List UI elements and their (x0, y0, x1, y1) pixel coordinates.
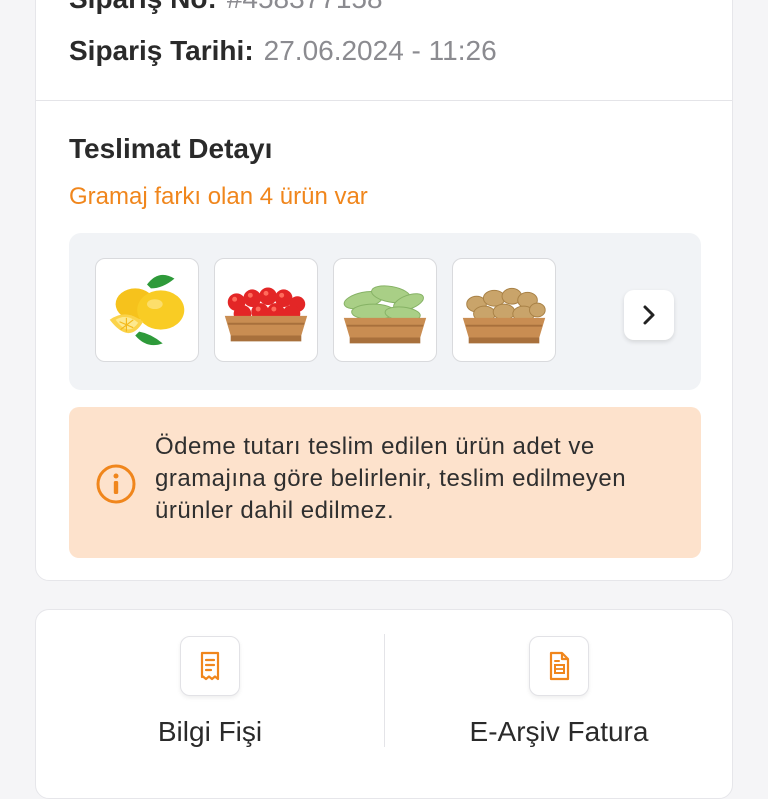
zucchini-crate-image (343, 285, 427, 344)
weight-difference-notice[interactable]: Gramaj farkı olan 4 ürün var (69, 183, 368, 211)
order-number-value: #458377158 (227, 0, 383, 14)
invoice-label: E-Arşiv Fatura (469, 716, 649, 747)
product-thumb-lemon[interactable] (95, 258, 199, 362)
chevron-right-icon (643, 305, 655, 325)
gallery-next-button[interactable] (624, 290, 674, 340)
lemon-image (109, 274, 185, 346)
receipt-label: Bilgi Fişi (157, 716, 263, 747)
documents-card: Bilgi Fişi E-Arşiv Fatura (35, 609, 733, 799)
divider (36, 100, 732, 101)
info-icon (96, 464, 136, 504)
receipt-icon (200, 651, 220, 681)
potato-crate-image (462, 287, 546, 344)
product-thumb-potato[interactable] (452, 258, 556, 362)
payment-info-box: Ödeme tutarı teslim edilen ürün adet ve … (69, 407, 701, 558)
invoice-icon-box (529, 636, 589, 696)
receipt-button[interactable]: Bilgi Fişi (36, 610, 384, 769)
product-thumb-zucchini[interactable] (333, 258, 437, 362)
delivery-detail-title: Teslimat Detayı (69, 133, 273, 164)
receipt-icon-box (180, 636, 240, 696)
order-details-card: Sipariş No: #458377158 Sipariş Tarihi: 27.… (35, 0, 733, 581)
payment-info-text: Ödeme tutarı teslim edilen ürün adet ve … (155, 433, 627, 524)
order-date-label: Sipariş Tarihi: (69, 35, 254, 66)
product-gallery (69, 233, 701, 390)
order-date-value: 27.06.2024 - 11:26 (263, 35, 497, 66)
tomato-crate-image (224, 287, 308, 342)
order-date-row: Sipariş Tarihi: 27.06.2024 - 11:26 (69, 35, 497, 67)
invoice-button[interactable]: E-Arşiv Fatura (385, 610, 733, 769)
invoice-document-icon (549, 651, 570, 681)
order-number-label: Sipariş No: (69, 0, 217, 14)
product-thumb-tomato[interactable] (214, 258, 318, 362)
order-number-row: Sipariş No: #458377158 (69, 0, 383, 15)
